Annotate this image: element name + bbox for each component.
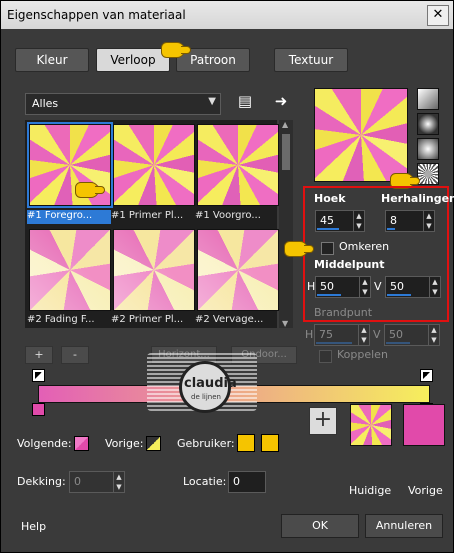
user-color-label: Gebruiker: <box>177 437 235 450</box>
angle-label: Hoek <box>314 192 346 205</box>
focal-h-field: 75 ▲ ▼ <box>314 324 370 346</box>
midpoint-label: Middelpunt <box>314 258 385 271</box>
radial-gradient-icon[interactable] <box>417 138 439 160</box>
gradient-parameters: Hoek Herhalingen 45 ▲ ▼ 8 ▲ ▼ Omkeren Midd… <box>303 186 454 322</box>
close-button[interactable]: ✕ <box>427 5 449 26</box>
link-label: Koppelen <box>337 348 388 361</box>
watermark-subtext: de lijnen <box>191 393 221 401</box>
gradient-thumb-label: #1 Voorgro... <box>195 210 261 221</box>
current-label: Huidige <box>349 484 392 497</box>
user-color-swatch-1[interactable] <box>237 434 255 452</box>
rectangular-gradient-icon[interactable] <box>417 113 439 135</box>
material-properties-dialog: Eigenschappen van materiaal ✕ Kleur Verl… <box>0 0 454 553</box>
previous-label: Vorige <box>408 484 443 497</box>
gradient-preview <box>314 88 408 182</box>
repeats-label: Herhalingen <box>381 192 454 205</box>
spin-arrows-icon: ▲ ▼ <box>358 325 369 345</box>
add-to-swatches-button[interactable]: + <box>309 407 337 435</box>
prev-stop-label: Vorige: <box>105 437 144 450</box>
spin-arrows-icon[interactable]: ▲ ▼ <box>423 211 434 231</box>
invert-checkbox[interactable] <box>321 242 334 255</box>
tab-kleur[interactable]: Kleur <box>15 48 89 72</box>
current-material-swatch <box>350 404 392 446</box>
spin-arrows-icon[interactable]: ▲ ▼ <box>359 277 370 297</box>
linear-gradient-icon[interactable] <box>417 88 439 110</box>
prev-color-swatch[interactable] <box>146 436 161 451</box>
scroll-up-icon[interactable]: ▲ <box>282 120 288 129</box>
resource-manager-icon[interactable]: ▤ <box>235 91 255 111</box>
gradient-thumb[interactable] <box>113 124 195 206</box>
focal-point-label: Brandpunt <box>314 306 373 319</box>
gallery-scrollbar[interactable]: ▲ ▼ <box>279 120 293 328</box>
gradient-thumb-label: #1 Primer Pl... <box>111 210 184 221</box>
remove-stop-button[interactable]: - <box>61 346 89 364</box>
gradient-thumb[interactable] <box>113 229 195 311</box>
gradient-thumb[interactable] <box>197 124 279 206</box>
location-field[interactable]: 0 <box>228 471 266 493</box>
angle-field[interactable]: 45 ▲ ▼ <box>315 210 365 232</box>
spin-arrows-icon: ▲ ▼ <box>113 472 124 492</box>
pointing-hand-icon <box>161 42 191 58</box>
title-bar: Eigenschappen van materiaal ✕ <box>1 1 453 29</box>
opacity-field: 0 ▲ ▼ <box>69 471 125 493</box>
opacity-label: Dekking: <box>17 475 66 488</box>
next-stop-label: Volgende: <box>17 437 72 450</box>
gradient-thumb[interactable] <box>197 229 279 311</box>
gradient-thumb[interactable] <box>29 229 111 311</box>
focal-v-label: V <box>373 328 381 341</box>
chevron-down-icon: ▼ <box>208 96 216 107</box>
sunburst-gradient-icon[interactable] <box>417 163 439 185</box>
gradient-thumb-label: #1 Foregro... <box>27 210 111 224</box>
spin-arrows-icon[interactable]: ▲ ▼ <box>353 211 364 231</box>
scroll-down-icon[interactable]: ▼ <box>282 319 288 328</box>
midpoint-v-field[interactable]: 50 ▲ ▼ <box>385 276 441 298</box>
color-stop-start[interactable] <box>32 403 45 416</box>
watermark-text: claudia <box>184 376 237 391</box>
scroll-thumb[interactable] <box>282 134 290 170</box>
gradient-gallery: #1 Foregro... #1 Primer Pl... #1 Voorgro… <box>25 120 279 328</box>
arrow-right-icon[interactable]: ➜ <box>271 91 291 111</box>
invert-label: Omkeren <box>339 240 390 253</box>
dropdown-value: Alles <box>32 97 59 110</box>
link-checkbox <box>319 350 332 363</box>
pointing-hand-icon <box>284 241 314 257</box>
repeats-field[interactable]: 8 ▲ ▼ <box>385 210 435 232</box>
spin-arrows-icon[interactable]: ▲ ▼ <box>429 277 440 297</box>
opacity-stop-start[interactable] <box>32 369 45 382</box>
window-title: Eigenschappen van materiaal <box>7 8 186 22</box>
previous-material-swatch[interactable] <box>403 404 445 446</box>
focal-h-label: H <box>305 328 314 341</box>
opacity-stop-end[interactable] <box>420 369 433 382</box>
pointing-hand-icon <box>75 182 105 198</box>
add-stop-button[interactable]: + <box>25 346 53 364</box>
spin-arrows-icon: ▲ ▼ <box>428 325 439 345</box>
focal-v-field: 50 ▲ ▼ <box>384 324 440 346</box>
user-color-swatch-2[interactable] <box>261 434 279 452</box>
location-label: Locatie: <box>183 475 227 488</box>
gradient-category-dropdown[interactable]: Alles ▼ <box>25 93 221 115</box>
next-color-swatch[interactable] <box>74 436 89 451</box>
tab-verloop[interactable]: Verloop <box>96 48 170 72</box>
gradient-thumb-label: #2 Primer Pl... <box>111 314 184 325</box>
help-link[interactable]: Help <box>21 520 46 533</box>
tab-textuur[interactable]: Textuur <box>274 48 348 72</box>
gradient-thumb-label: #2 Fading F... <box>27 314 95 325</box>
gradient-thumb-label: #2 Vervage... <box>195 314 264 325</box>
midpoint-v-label: V <box>374 280 382 293</box>
cancel-button[interactable]: Annuleren <box>365 514 443 538</box>
ok-button[interactable]: OK <box>281 514 359 538</box>
midpoint-h-field[interactable]: 50 ▲ ▼ <box>315 276 371 298</box>
